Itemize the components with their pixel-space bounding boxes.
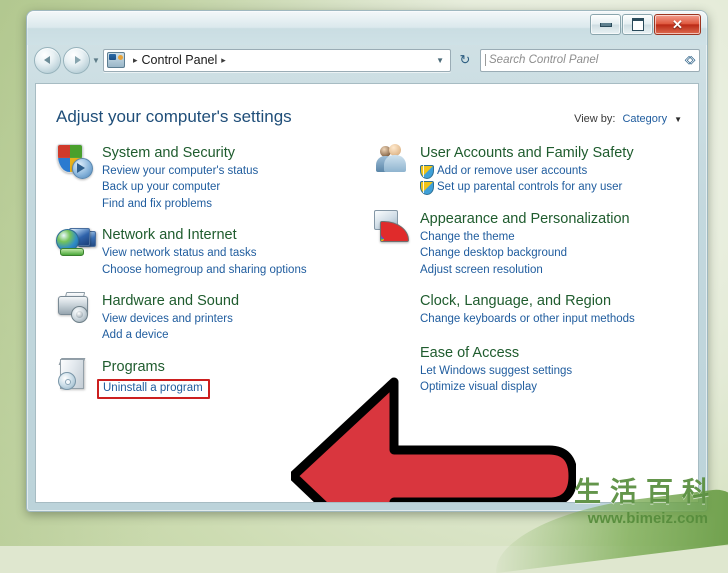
window-controls: ✕ [590, 14, 701, 35]
category-user-accounts-and-family-safety[interactable]: User Accounts and Family Safety Add or r… [374, 144, 684, 196]
search-input[interactable]: Search Control Panel ⧉ [480, 48, 700, 72]
link-change-desktop-background[interactable]: Change desktop background [420, 245, 684, 261]
view-by-label: View by: [574, 113, 616, 125]
appearance-icon [374, 209, 414, 248]
link-let-windows-suggest-settings[interactable]: Let Windows suggest settings [420, 363, 684, 379]
software-box-icon [56, 357, 96, 396]
link-add-remove-user-accounts[interactable]: Add or remove user accounts [420, 163, 684, 180]
category-title[interactable]: Clock, Language, and Region [420, 292, 684, 310]
printer-hardware-icon [56, 291, 96, 330]
category-ease-of-access[interactable]: Ease of Access Let Windows suggest setti… [374, 344, 684, 396]
view-by-value[interactable]: Category [622, 113, 667, 125]
link-view-network-status[interactable]: View network status and tasks [102, 245, 366, 261]
globe-network-icon [56, 226, 96, 264]
shield-security-icon [56, 144, 96, 182]
category-title[interactable]: Appearance and Personalization [420, 210, 684, 228]
category-network-and-internet[interactable]: Network and Internet View network status… [56, 226, 366, 278]
link-review-status[interactable]: Review your computer's status [102, 163, 366, 179]
category-programs[interactable]: Programs Uninstall a program [56, 357, 366, 400]
breadcrumb-separator-icon-2[interactable]: ▸ [221, 55, 226, 66]
forward-button[interactable] [63, 46, 90, 74]
link-back-up[interactable]: Back up your computer [102, 179, 366, 195]
ease-of-access-icon [374, 344, 414, 382]
link-add-a-device[interactable]: Add a device [102, 327, 366, 343]
breadcrumb-control-panel[interactable]: Control Panel [142, 53, 218, 67]
view-by-control[interactable]: View by: Category ▼ [574, 113, 682, 125]
search-placeholder: Search Control Panel [485, 54, 686, 66]
navigation-bar: ▼ ▸ Control Panel ▸ ▼ ↻ Search Control P… [34, 45, 700, 75]
clock-region-icon [374, 292, 414, 330]
address-bar[interactable]: ▸ Control Panel ▸ ▼ [103, 48, 451, 72]
category-title[interactable]: Ease of Access [420, 344, 684, 362]
link-view-devices-printers[interactable]: View devices and printers [102, 311, 366, 327]
link-choose-homegroup[interactable]: Choose homegroup and sharing options [102, 262, 366, 278]
category-title-text: Network and Internet [102, 227, 237, 244]
category-title[interactable]: Programs [102, 358, 366, 376]
back-button[interactable] [34, 46, 61, 74]
address-dropdown-icon[interactable]: ▼ [430, 56, 450, 65]
category-system-and-security[interactable]: System and Security Review your computer… [56, 144, 366, 212]
users-icon [374, 144, 414, 182]
control-panel-content: Adjust your computer's settings View by:… [35, 83, 699, 503]
chevron-down-icon[interactable]: ▼ [674, 115, 682, 124]
right-column: User Accounts and Family Safety Add or r… [366, 144, 684, 413]
link-optimize-visual-display[interactable]: Optimize visual display [420, 379, 684, 395]
category-hardware-and-sound[interactable]: Hardware and Sound View devices and prin… [56, 291, 366, 344]
breadcrumb-separator-icon: ▸ [133, 54, 138, 65]
category-title[interactable]: Network and Internet [102, 226, 366, 244]
category-clock-language-and-region[interactable]: Clock, Language, and Region Change keybo… [374, 292, 684, 330]
content-header: Adjust your computer's settings View by:… [56, 107, 682, 127]
category-columns: System and Security Review your computer… [56, 144, 684, 413]
uninstall-program-highlight[interactable]: Uninstall a program [97, 378, 210, 400]
link-uninstall-a-program[interactable]: Uninstall a program [103, 382, 203, 395]
close-icon: ✕ [672, 17, 683, 32]
minimize-button[interactable] [590, 14, 621, 35]
maximize-button[interactable] [622, 14, 653, 35]
window-titlebar[interactable]: ✕ [27, 11, 707, 45]
link-change-keyboards[interactable]: Change keyboards or other input methods [420, 311, 684, 327]
link-adjust-screen-resolution[interactable]: Adjust screen resolution [420, 262, 684, 278]
close-button[interactable]: ✕ [654, 14, 701, 35]
link-find-fix-problems[interactable]: Find and fix problems [102, 196, 366, 212]
left-column: System and Security Review your computer… [56, 144, 366, 413]
category-title[interactable]: System and Security [102, 144, 366, 162]
control-panel-window: ✕ ▼ ▸ Control Panel ▸ ▼ ↻ Search Control… [26, 10, 708, 512]
category-title[interactable]: User Accounts and Family Safety [420, 144, 684, 162]
link-parental-controls[interactable]: Set up parental controls for any user [420, 179, 684, 196]
refresh-icon[interactable]: ↻ [454, 50, 476, 71]
page-title: Adjust your computer's settings [56, 107, 292, 126]
control-panel-icon [107, 52, 125, 68]
category-appearance-and-personalization[interactable]: Appearance and Personalization Change th… [374, 209, 684, 278]
link-change-theme[interactable]: Change the theme [420, 229, 684, 245]
category-title[interactable]: Hardware and Sound [102, 292, 366, 310]
recent-pages-caret-icon[interactable]: ▼ [90, 48, 102, 73]
